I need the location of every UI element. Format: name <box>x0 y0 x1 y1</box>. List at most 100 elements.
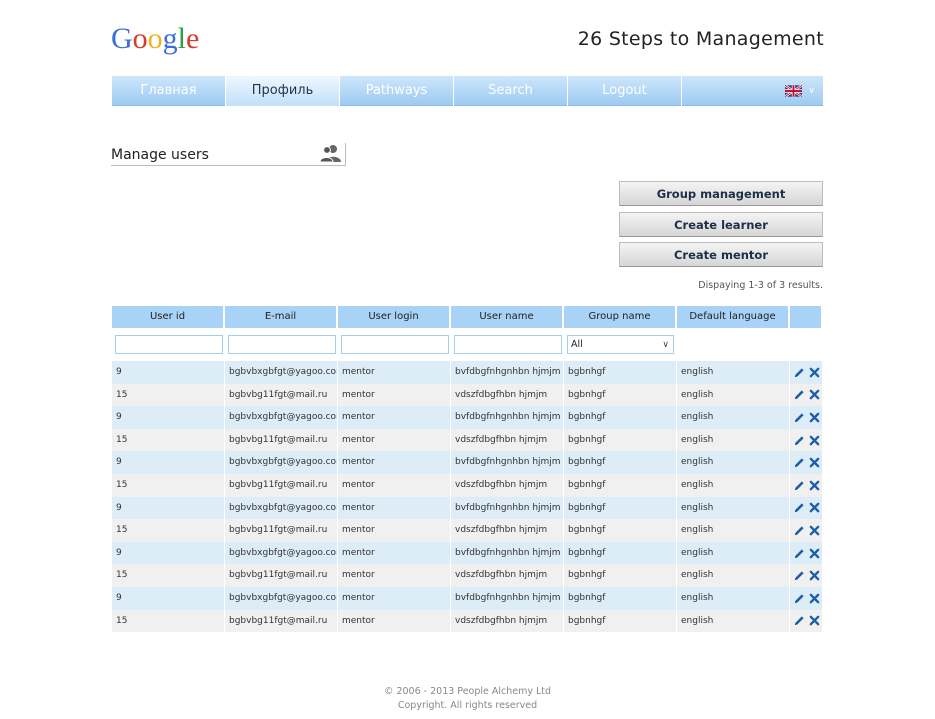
edit-pencil-icon[interactable] <box>794 412 805 423</box>
site-title: 26 Steps to Management <box>577 28 824 50</box>
table-row[interactable]: 9 bgbvbxgbfgt@yagoo.com mentor bvfdbgfnhgnh… <box>112 496 823 520</box>
table-row[interactable]: 15 bgbvbg11fgt@mail.ru mentor vdszfdbgfhbn … <box>112 428 823 452</box>
cell-user-name: bvfdbgfnhgnhbn hjmjm <box>451 406 564 429</box>
nav-item-profile[interactable]: Профиль <box>226 76 340 106</box>
row-actions <box>790 406 823 429</box>
chevron-down-icon: ∨ <box>662 339 669 350</box>
cell-default-language: english <box>677 451 790 474</box>
edit-pencil-icon[interactable] <box>794 457 805 468</box>
row-actions <box>790 609 823 633</box>
cell-email: bgbvbg11fgt@mail.ru <box>225 609 338 633</box>
cell-default-language: english <box>677 496 790 520</box>
nav-item-home[interactable]: Главная <box>112 76 226 106</box>
delete-x-icon[interactable] <box>809 412 820 423</box>
table-row[interactable]: 9 bgbvbxgbfgt@yagoo.com mentor bvfdbgfnhgnh… <box>112 451 823 474</box>
edit-pencil-icon[interactable] <box>794 367 805 378</box>
table-header: User id E-mail User login User name Grou… <box>112 306 823 328</box>
column-header-default-language[interactable]: Default language <box>677 306 790 328</box>
filter-user-name-input[interactable] <box>454 335 562 354</box>
delete-x-icon[interactable] <box>809 389 820 400</box>
create-mentor-button[interactable]: Create mentor <box>619 242 823 267</box>
column-header-actions <box>790 306 823 328</box>
footer: © 2006 - 2013 People Alchemy Ltd Copyrig… <box>0 685 935 713</box>
edit-pencil-icon[interactable] <box>794 480 805 491</box>
cell-group-name: bgbnhgf <box>564 473 677 497</box>
group-management-button[interactable]: Group management <box>619 181 823 206</box>
page-title: Manage users <box>111 147 209 163</box>
cell-email: bgbvbxgbfgt@yagoo.com <box>225 361 338 384</box>
table-row[interactable]: 15 bgbvbg11fgt@mail.ru mentor vdszfdbgfhbn … <box>112 473 823 497</box>
table-row[interactable]: 9 bgbvbxgbfgt@yagoo.com mentor bvfdbgfnhgnh… <box>112 406 823 429</box>
table-row[interactable]: 15 bgbvbg11fgt@mail.ru mentor vdszfdbgfhbn … <box>112 609 823 633</box>
delete-x-icon[interactable] <box>809 615 820 626</box>
column-header-user-id[interactable]: User id <box>112 306 225 328</box>
table-row[interactable]: 9 bgbvbxgbfgt@yagoo.com mentor bvfdbgfnhgnh… <box>112 361 823 384</box>
language-selector[interactable]: ∨ <box>682 76 823 105</box>
delete-x-icon[interactable] <box>809 525 820 536</box>
table-row[interactable]: 9 bgbvbxgbfgt@yagoo.com mentor bvfdbgfnhgnh… <box>112 586 823 610</box>
nav-item-logout[interactable]: Logout <box>568 76 682 106</box>
edit-pencil-icon[interactable] <box>794 593 805 604</box>
delete-x-icon[interactable] <box>809 548 820 559</box>
cell-default-language: english <box>677 519 790 542</box>
delete-x-icon[interactable] <box>809 435 820 446</box>
edit-pencil-icon[interactable] <box>794 570 805 581</box>
cell-user-name: bvfdbgfnhgnhbn hjmjm <box>451 361 564 384</box>
cell-user-login: mentor <box>338 564 451 587</box>
edit-pencil-icon[interactable] <box>794 615 805 626</box>
cell-user-id: 15 <box>112 428 225 452</box>
cell-user-id: 9 <box>112 451 225 474</box>
cell-user-id: 15 <box>112 383 225 407</box>
column-header-user-login[interactable]: User login <box>338 306 451 328</box>
row-actions <box>790 541 823 565</box>
edit-pencil-icon[interactable] <box>794 525 805 536</box>
delete-x-icon[interactable] <box>809 457 820 468</box>
cell-email: bgbvbg11fgt@mail.ru <box>225 383 338 407</box>
column-header-group-name[interactable]: Group name <box>564 306 677 328</box>
cell-user-login: mentor <box>338 496 451 520</box>
nav-item-pathways[interactable]: Pathways <box>340 76 454 106</box>
cell-user-name: bvfdbgfnhgnhbn hjmjm <box>451 541 564 565</box>
edit-pencil-icon[interactable] <box>794 548 805 559</box>
cell-user-name: bvfdbgfnhgnhbn hjmjm <box>451 586 564 610</box>
cell-group-name: bgbnhgf <box>564 383 677 407</box>
delete-x-icon[interactable] <box>809 502 820 513</box>
create-learner-button[interactable]: Create learner <box>619 212 823 237</box>
edit-pencil-icon[interactable] <box>794 435 805 446</box>
table-row[interactable]: 9 bgbvbxgbfgt@yagoo.com mentor bvfdbgfnhgnh… <box>112 541 823 565</box>
cell-email: bgbvbxgbfgt@yagoo.com <box>225 496 338 520</box>
delete-x-icon[interactable] <box>809 367 820 378</box>
filter-user-login-input[interactable] <box>341 335 449 354</box>
row-actions <box>790 496 823 520</box>
nav-item-search[interactable]: Search <box>454 76 568 106</box>
column-header-user-name[interactable]: User name <box>451 306 564 328</box>
cell-email: bgbvbg11fgt@mail.ru <box>225 428 338 452</box>
cell-user-id: 15 <box>112 473 225 497</box>
svg-text:Google: Google <box>111 22 199 55</box>
row-actions <box>790 383 823 407</box>
cell-group-name: bgbnhgf <box>564 519 677 542</box>
filter-user-id-input[interactable] <box>115 335 223 354</box>
table-row[interactable]: 15 bgbvbg11fgt@mail.ru mentor vdszfdbgfhbn … <box>112 564 823 587</box>
filter-email-input[interactable] <box>228 335 336 354</box>
filter-group-select[interactable]: All ∨ <box>567 335 674 354</box>
cell-user-name: bvfdbgfnhgnhbn hjmjm <box>451 496 564 520</box>
cell-group-name: bgbnhgf <box>564 361 677 384</box>
delete-x-icon[interactable] <box>809 480 820 491</box>
cell-email: bgbvbxgbfgt@yagoo.com <box>225 541 338 565</box>
row-actions <box>790 451 823 474</box>
footer-copyright: © 2006 - 2013 People Alchemy Ltd <box>383 686 552 697</box>
edit-pencil-icon[interactable] <box>794 502 805 513</box>
cell-group-name: bgbnhgf <box>564 541 677 565</box>
table-row[interactable]: 15 bgbvbg11fgt@mail.ru mentor vdszfdbgfhbn … <box>112 519 823 542</box>
delete-x-icon[interactable] <box>809 593 820 604</box>
column-header-email[interactable]: E-mail <box>225 306 338 328</box>
users-table: User id E-mail User login User name Grou… <box>112 306 823 633</box>
table-row[interactable]: 15 bgbvbg11fgt@mail.ru mentor vdszfdbgfhbn … <box>112 383 823 407</box>
delete-x-icon[interactable] <box>809 570 820 581</box>
edit-pencil-icon[interactable] <box>794 389 805 400</box>
cell-group-name: bgbnhgf <box>564 451 677 474</box>
cell-user-name: vdszfdbgfhbn hjmjm <box>451 609 564 633</box>
cell-default-language: english <box>677 428 790 452</box>
cell-user-id: 9 <box>112 361 225 384</box>
